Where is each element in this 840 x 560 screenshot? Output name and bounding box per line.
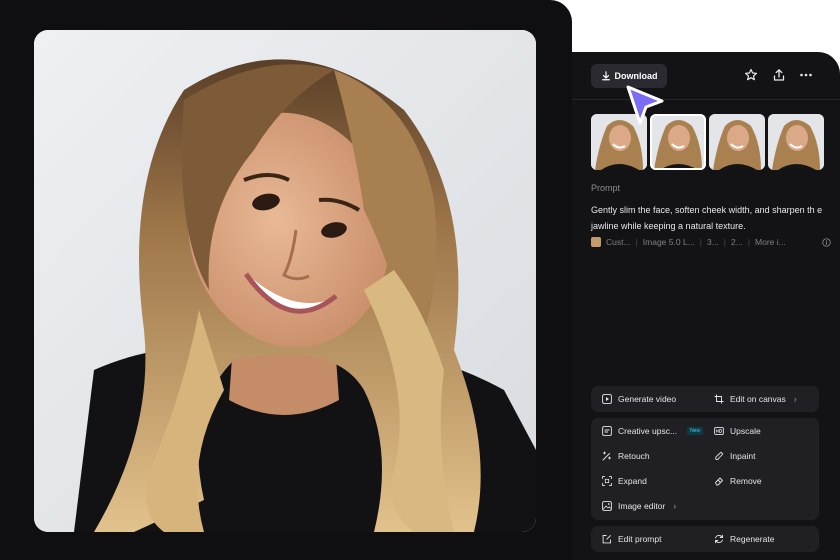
favorite-button[interactable] <box>743 67 759 83</box>
play-icon <box>602 394 612 404</box>
crop-icon <box>714 394 724 404</box>
generated-image-preview[interactable] <box>34 30 536 532</box>
meta-ratio[interactable]: 3... <box>707 237 719 247</box>
star-icon <box>745 68 757 81</box>
style-avatar <box>591 237 601 247</box>
edit-prompt-button[interactable]: Edit prompt <box>602 530 661 548</box>
retouch-button[interactable]: Retouch <box>602 447 650 465</box>
meta-resolution[interactable]: 2... <box>731 237 743 247</box>
expand-icon <box>602 476 612 486</box>
image-editor-label: Image editor <box>618 501 666 511</box>
image-tools-group: Creative upsc... New Upscale Retouch Inp… <box>591 418 819 520</box>
download-label: Download <box>614 71 658 81</box>
details-panel: Download Prompt Gently slim the face, so… <box>572 52 840 560</box>
cursor-icon <box>626 85 664 125</box>
regenerate-button[interactable]: Regenerate <box>714 530 774 548</box>
share-button[interactable] <box>771 67 787 83</box>
remove-button[interactable]: Remove <box>714 472 762 490</box>
app-stage: Download Prompt Gently slim the face, so… <box>0 0 840 560</box>
more-button[interactable] <box>798 67 814 83</box>
meta-separator: | <box>699 237 702 247</box>
share-icon <box>773 69 785 81</box>
upscale-button[interactable]: Upscale <box>714 422 761 440</box>
download-icon <box>601 71 610 81</box>
chevron-right-icon: › <box>793 394 797 404</box>
panel-toolbar: Download <box>572 52 840 100</box>
info-icon[interactable] <box>822 237 831 247</box>
meta-separator: | <box>635 237 638 247</box>
edit-on-canvas-button[interactable]: Edit on canvas › <box>714 390 797 408</box>
remove-label: Remove <box>730 476 762 486</box>
meta-separator: | <box>723 237 727 247</box>
edit-on-canvas-label: Edit on canvas <box>730 394 786 404</box>
chevron-right-icon: › <box>673 501 677 511</box>
prompt-text: Gently slim the face, soften cheek width… <box>591 205 823 231</box>
meta-separator: | <box>747 237 751 247</box>
regenerate-icon <box>715 534 723 544</box>
expand-button[interactable]: Expand <box>602 472 647 490</box>
inpaint-label: Inpaint <box>730 451 756 461</box>
generation-meta: Cust... | Image 5.0 L... | 3... | 2... |… <box>591 237 831 247</box>
upscale-label: Upscale <box>730 426 761 436</box>
image-editor-icon <box>602 501 612 511</box>
prompt-heading: Prompt <box>591 183 621 193</box>
meta-style[interactable]: Cust... <box>606 237 631 247</box>
inpaint-button[interactable]: Inpaint <box>714 447 756 465</box>
new-badge: New <box>687 427 704 435</box>
preview-card <box>0 0 572 560</box>
prompt-actions-group: Edit prompt Regenerate <box>591 526 819 552</box>
edit-prompt-label: Edit prompt <box>618 534 662 544</box>
upscale-icon <box>602 426 612 436</box>
meta-more[interactable]: More i... <box>755 237 786 247</box>
more-icon <box>800 73 812 77</box>
hd-icon <box>714 427 724 435</box>
thumbnail-4[interactable] <box>768 114 824 170</box>
retouch-label: Retouch <box>618 451 650 461</box>
video-actions-group: Generate video Edit on canvas › <box>591 386 819 412</box>
creative-upscale-label: Creative upsc... <box>618 426 678 436</box>
regenerate-label: Regenerate <box>730 534 775 544</box>
eraser-icon <box>715 477 723 486</box>
expand-label: Expand <box>618 476 647 486</box>
creative-upscale-button[interactable]: Creative upsc... New <box>602 422 704 440</box>
image-editor-button[interactable]: Image editor › <box>602 497 676 515</box>
inpaint-icon <box>715 451 724 461</box>
retouch-icon <box>602 451 611 461</box>
generate-video-button[interactable]: Generate video <box>602 390 676 408</box>
edit-icon <box>602 534 612 544</box>
meta-model[interactable]: Image 5.0 L... <box>643 237 695 247</box>
thumbnail-3[interactable] <box>709 114 765 170</box>
generate-video-label: Generate video <box>618 394 677 404</box>
